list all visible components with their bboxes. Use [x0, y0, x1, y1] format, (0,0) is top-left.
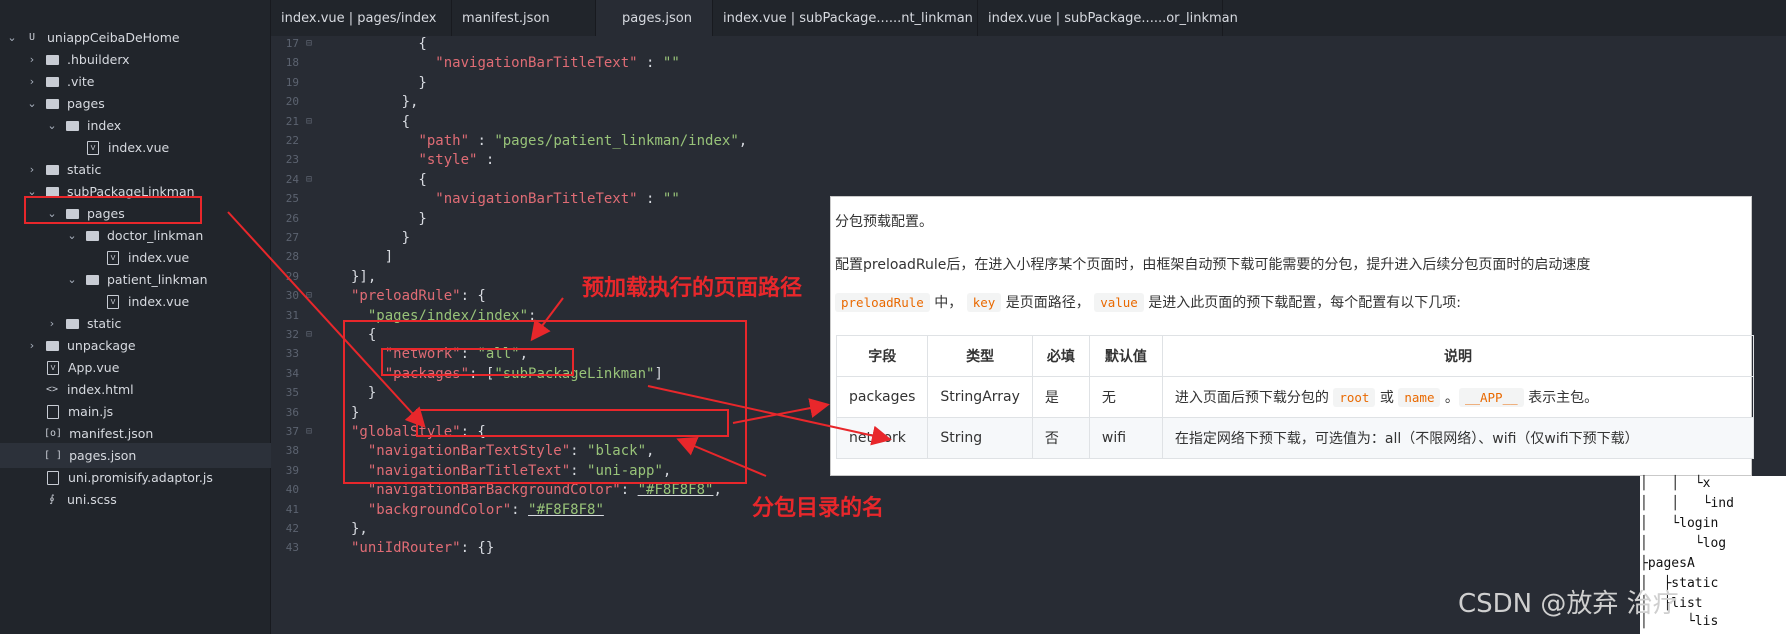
arrow-label-to-path	[530, 297, 564, 342]
arrow-folder-to-packages	[227, 211, 426, 428]
arrow-label-to-packages	[676, 436, 767, 477]
watermark: CSDN @放弃 治疗	[1458, 589, 1679, 619]
arrow-network-to-doc	[647, 385, 892, 446]
annotation-arrows	[227, 211, 892, 477]
